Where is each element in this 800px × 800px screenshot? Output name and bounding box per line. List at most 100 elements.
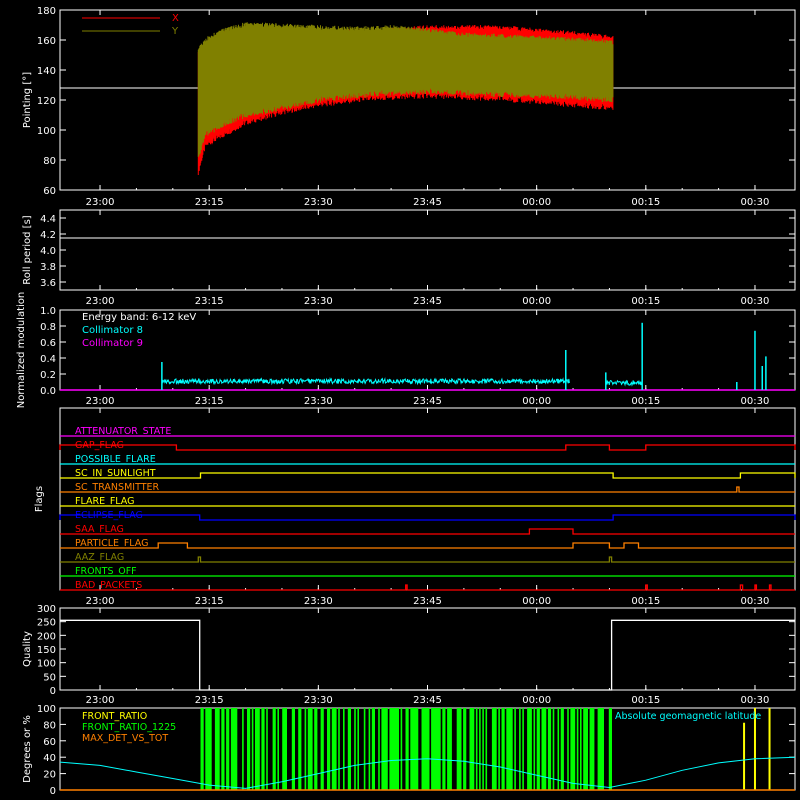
flag-label: AAZ_FLAG [75, 552, 124, 563]
y-tick-label: 150 [37, 645, 56, 656]
legend-label-Y: Y [171, 26, 179, 37]
pointing-trace-Y [197, 22, 614, 157]
flag-label: SC_IN_SUNLIGHT [75, 468, 156, 479]
x-tick-label: 23:45 [413, 296, 442, 307]
y-tick-label: 4.0 [40, 246, 56, 257]
x-tick-label: 00:00 [522, 596, 551, 607]
y-axis-label: Flags [34, 486, 45, 512]
y-axis-label: Pointing [°] [22, 72, 33, 128]
flag-trace [60, 528, 795, 535]
flag-label: PARTICLE_FLAG [75, 538, 148, 549]
flag-trace [59, 444, 796, 451]
y-axis-label: Normalized modulation [16, 292, 27, 409]
flag-aaz-flag: AAZ_FLAG [60, 552, 795, 563]
y-tick-label: 140 [37, 66, 56, 77]
legend-geomagnetic-latitude: Absolute geomagnetic latitude [615, 711, 761, 722]
y-tick-label: 0 [50, 686, 56, 697]
x-tick-label: 23:00 [86, 296, 115, 307]
flag-label: FRONTS_OFF [75, 566, 137, 577]
flag-trace [59, 514, 796, 521]
x-tick-label: 00:30 [741, 596, 770, 607]
y-tick-label: 250 [37, 618, 56, 629]
flags-panel: 23:00 23:15 23:30 23:45 00:00 00:15 00:30 Flags… [34, 407, 796, 607]
y-tick-label: 80 [43, 720, 56, 731]
flag-gap-flag: GAP_FLAG [59, 440, 796, 451]
y-tick-label: 160 [37, 36, 56, 47]
flag-possible-flare: POSSIBLE_FLARE [60, 454, 795, 465]
flag-label: SAA_FLAG [75, 524, 124, 535]
x-tick-label: 23:15 [195, 596, 224, 607]
x-tick-label: 00:30 [741, 197, 770, 208]
x-tick-label: 00:00 [522, 396, 551, 407]
flag-label: BAD_PACKETS [75, 580, 142, 591]
y-tick-label: 300 [37, 604, 56, 615]
y-tick-label: 60 [43, 737, 56, 748]
legend-collimator-9: Collimator 9 [82, 338, 143, 349]
quality-panel: 0 50 100 150 200 250 300 23:00 23:15 23:30 23:45 00… [22, 604, 796, 706]
y-tick-label: 0.8 [40, 322, 56, 333]
x-tick-label: 23:45 [413, 396, 442, 407]
flag-attenuator-state: ATTENUATOR_STATE [60, 426, 795, 437]
flag-sc-transmitter: SC_TRANSMITTER [60, 482, 795, 493]
flag-label: ECLIPSE_FLAG [75, 510, 143, 521]
x-tick-label: 00:15 [631, 296, 660, 307]
y-tick-label: 180 [37, 6, 56, 17]
x-tick-label: 00:00 [522, 695, 551, 706]
y-tick-label: 0.6 [40, 338, 56, 349]
flag-label: POSSIBLE_FLARE [75, 454, 156, 465]
flag-label: ATTENUATOR_STATE [75, 426, 171, 437]
x-tick-label: 00:30 [741, 296, 770, 307]
y-tick-label: 0 [50, 786, 56, 797]
flag-trace [60, 556, 795, 563]
legend-front-ratio: FRONT_RATIO [82, 711, 147, 722]
x-tick-label: 00:15 [631, 396, 660, 407]
flag-label: SC_TRANSMITTER [75, 482, 160, 493]
pointing-series-Y [197, 22, 614, 157]
x-tick-label: 23:30 [304, 296, 333, 307]
energy-band-label: Energy band: 6-12 keV [82, 312, 196, 323]
y-tick-label: 20 [43, 770, 56, 781]
y-tick-label: 3.8 [40, 262, 56, 273]
x-tick-label: 00:30 [741, 396, 770, 407]
flag-particle-flag: PARTICLE_FLAG [60, 538, 795, 549]
y-axis-label: Roll period [s] [22, 215, 33, 284]
y-tick-label: 4.4 [40, 214, 56, 225]
flag-sc-in-sunlight: SC_IN_SUNLIGHT [60, 468, 796, 479]
flag-trace [60, 542, 795, 549]
x-tick-label: 00:15 [631, 197, 660, 208]
y-tick-label: 200 [37, 631, 56, 642]
roll-period-frame [59, 209, 796, 291]
y-axis-label: Degrees or % [22, 715, 33, 783]
flag-flare-flag: FLARE_FLAG [60, 496, 795, 507]
modulation-panel: 0.0 0.2 0.4 0.6 0.8 1.0 23:00 23:15 23:30 23:45 00… [16, 292, 796, 409]
flag-trace [60, 486, 795, 493]
x-tick-label: 00:15 [631, 596, 660, 607]
y-tick-label: 0.0 [40, 386, 56, 397]
flag-label: GAP_FLAG [75, 440, 124, 451]
x-tick-label: 23:30 [304, 596, 333, 607]
x-tick-label: 23:30 [304, 396, 333, 407]
x-tick-label: 23:15 [195, 695, 224, 706]
flare-monitor-chart: 60 80 100 120 140 160 180 23:00 23:15 23:30 23:45 0… [16, 6, 796, 797]
y-tick-label: 120 [37, 96, 56, 107]
x-tick-label: 00:00 [522, 197, 551, 208]
flag-fronts-off: FRONTS_OFF [60, 566, 795, 577]
flag-trace [60, 472, 796, 479]
y-tick-label: 40 [43, 753, 56, 764]
legend-collimator-8: Collimator 8 [82, 325, 143, 336]
y-tick-label: 100 [37, 704, 56, 715]
legend-max-det-vs-tot: MAX_DET_VS_TOT [82, 733, 168, 744]
x-tick-label: 23:15 [195, 296, 224, 307]
legend-label-X: X [172, 13, 179, 24]
quality-trace [60, 619, 795, 691]
x-tick-label: 23:45 [413, 197, 442, 208]
x-tick-label: 23:00 [86, 695, 115, 706]
x-tick-label: 00:30 [741, 695, 770, 706]
x-tick-label: 23:15 [195, 396, 224, 407]
flag-saa-flag: SAA_FLAG [60, 524, 795, 535]
y-tick-label: 4.2 [40, 230, 56, 241]
flag-label: FLARE_FLAG [75, 496, 135, 507]
x-tick-label: 23:30 [304, 197, 333, 208]
pointing-legend: XY [82, 13, 179, 37]
x-tick-label: 23:45 [413, 596, 442, 607]
